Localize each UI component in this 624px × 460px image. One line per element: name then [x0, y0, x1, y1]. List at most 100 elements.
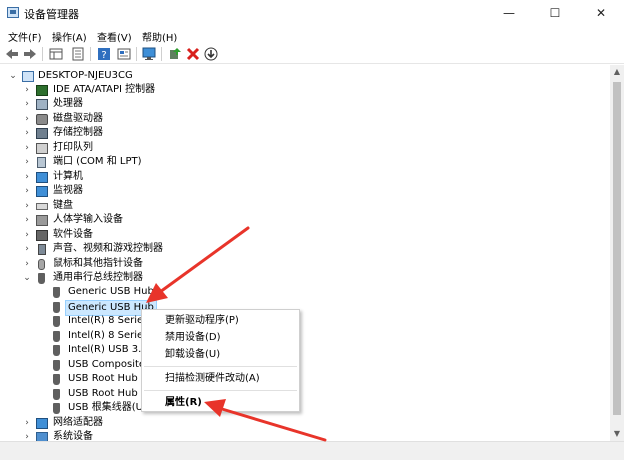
tree-root-label: DESKTOP-NJEU3CG [38, 70, 133, 81]
software-device-icon [36, 230, 48, 241]
hid-icon [36, 215, 48, 226]
menu-scan-hardware[interactable]: 扫描检测硬件改动(A) [165, 372, 260, 386]
expand-chevron-icon[interactable]: › [22, 257, 32, 271]
close-button[interactable]: ✕ [578, 0, 624, 26]
tree-item-label: Intel(R) 8 Series/ [68, 330, 152, 341]
menu-view[interactable]: 查看(V) [97, 29, 132, 44]
usb-icon [53, 302, 60, 313]
expand-chevron-icon[interactable]: › [22, 228, 32, 242]
disk-drive-icon [36, 114, 48, 125]
vertical-scrollbar[interactable]: ▲ ▼ [610, 65, 624, 441]
menu-separator [144, 390, 297, 391]
expand-chevron-icon[interactable]: › [22, 112, 32, 126]
expand-chevron-icon[interactable]: › [22, 213, 32, 227]
tree-item-label: 声音、视频和游戏控制器 [53, 243, 163, 254]
menu-help[interactable]: 帮助(H) [142, 29, 177, 44]
details-pane-icon[interactable] [116, 46, 132, 62]
download-circle-icon[interactable] [203, 46, 219, 62]
menu-disable-device[interactable]: 禁用设备(D) [165, 331, 221, 345]
maximize-button[interactable]: ☐ [532, 0, 578, 26]
back-arrow-icon[interactable] [4, 46, 20, 62]
menu-update-driver[interactable]: 更新驱动程序(P) [165, 314, 239, 328]
tree-item-label: 存储控制器 [53, 127, 103, 138]
expand-chevron-icon[interactable]: › [22, 141, 32, 155]
usb-icon [53, 345, 60, 356]
tree-item-label: USB Root Hub [68, 388, 138, 399]
tree-item-label: USB Root Hub [68, 373, 138, 384]
tree-item-label: USB Composite [68, 359, 146, 370]
processor-icon [36, 99, 48, 110]
expand-chevron-icon[interactable]: › [22, 170, 32, 184]
collapse-chevron-icon[interactable]: ⌄ [8, 69, 18, 83]
expand-chevron-icon[interactable]: › [22, 416, 32, 430]
tree-item-label: 端口 (COM 和 LPT) [53, 156, 142, 167]
menu-separator [144, 366, 297, 367]
usb-icon [53, 389, 60, 400]
usb-icon [53, 287, 60, 298]
usb-icon [38, 273, 45, 284]
tree-item-label: 处理器 [53, 98, 83, 109]
title-bar: 设备管理器 — ☐ ✕ [0, 0, 624, 26]
menu-bar: 文件(F) 操作(A) 查看(V) 帮助(H) [0, 26, 624, 44]
tree-item-label: USB 根集线器(U [68, 402, 143, 413]
monitor-icon [36, 186, 48, 197]
network-adapter-icon [36, 418, 48, 429]
tree-item-label: 键盘 [53, 200, 73, 211]
keyboard-icon [36, 203, 48, 210]
context-menu: 更新驱动程序(P) 禁用设备(D) 卸载设备(U) 扫描检测硬件改动(A) 属性… [141, 309, 300, 412]
properties-sheet-icon[interactable] [70, 46, 86, 62]
tree-item-label: 软件设备 [53, 229, 93, 240]
menu-file[interactable]: 文件(F) [8, 29, 42, 44]
printer-icon [36, 143, 48, 154]
tree-item-label: Intel(R) 8 Series/ [68, 315, 152, 326]
collapse-chevron-icon[interactable]: ⌄ [22, 271, 32, 285]
toolbar-separator [42, 47, 43, 61]
expand-chevron-icon[interactable]: › [22, 430, 32, 441]
update-driver-icon[interactable] [167, 46, 183, 62]
menu-properties[interactable]: 属性(R) [165, 396, 202, 410]
expand-chevron-icon[interactable]: › [22, 83, 32, 97]
forward-arrow-icon[interactable] [22, 46, 38, 62]
tree-item-label: 计算机 [53, 171, 83, 182]
usb-icon [53, 331, 60, 342]
tree-item-label: 打印队列 [53, 142, 93, 153]
toolbar: ? [0, 44, 624, 64]
toolbar-separator [136, 47, 137, 61]
expand-chevron-icon[interactable]: › [22, 126, 32, 140]
scroll-down-arrow-icon[interactable]: ▼ [610, 427, 624, 441]
menu-action[interactable]: 操作(A) [52, 29, 87, 44]
minimize-button[interactable]: — [486, 0, 532, 26]
show-hide-tree-icon[interactable] [48, 46, 64, 62]
tree-item-label: 磁盘驱动器 [53, 113, 103, 124]
tree-item-label: 通用串行总线控制器 [53, 272, 143, 283]
uninstall-x-icon[interactable] [185, 46, 201, 62]
device-manager-app-icon [7, 7, 19, 18]
svg-text:?: ? [101, 50, 106, 61]
tree-item-label: Intel(R) USB 3.0 [68, 344, 148, 355]
usb-icon [53, 360, 60, 371]
system-device-icon [36, 432, 48, 441]
help-icon[interactable]: ? [96, 46, 112, 62]
usb-icon [53, 316, 60, 327]
toolbar-separator [161, 47, 162, 61]
tree-item-label: Generic USB Hub [68, 286, 154, 297]
ide-controller-icon [36, 85, 48, 96]
toolbar-separator [90, 47, 91, 61]
monitor-icon[interactable] [141, 46, 157, 62]
device-tree: ⌄ DESKTOP-NJEU3CG › IDE ATA/ATAPI 控制器 › … [0, 65, 610, 441]
menu-uninstall-device[interactable]: 卸载设备(U) [165, 348, 220, 362]
expand-chevron-icon[interactable]: › [22, 242, 32, 256]
scroll-up-arrow-icon[interactable]: ▲ [610, 65, 624, 79]
mouse-icon [38, 259, 45, 270]
expand-chevron-icon[interactable]: › [22, 199, 32, 213]
tree-item-label: 人体学输入设备 [53, 214, 123, 225]
scrollbar-thumb[interactable] [613, 82, 621, 415]
computer-icon [22, 71, 34, 82]
tree-item-label: 系统设备 [53, 431, 93, 441]
expand-chevron-icon[interactable]: › [22, 97, 32, 111]
expand-chevron-icon[interactable]: › [22, 184, 32, 198]
speaker-icon [38, 244, 46, 255]
tree-item-label: 网络适配器 [53, 417, 103, 428]
storage-controller-icon [36, 128, 48, 139]
expand-chevron-icon[interactable]: › [22, 155, 32, 169]
